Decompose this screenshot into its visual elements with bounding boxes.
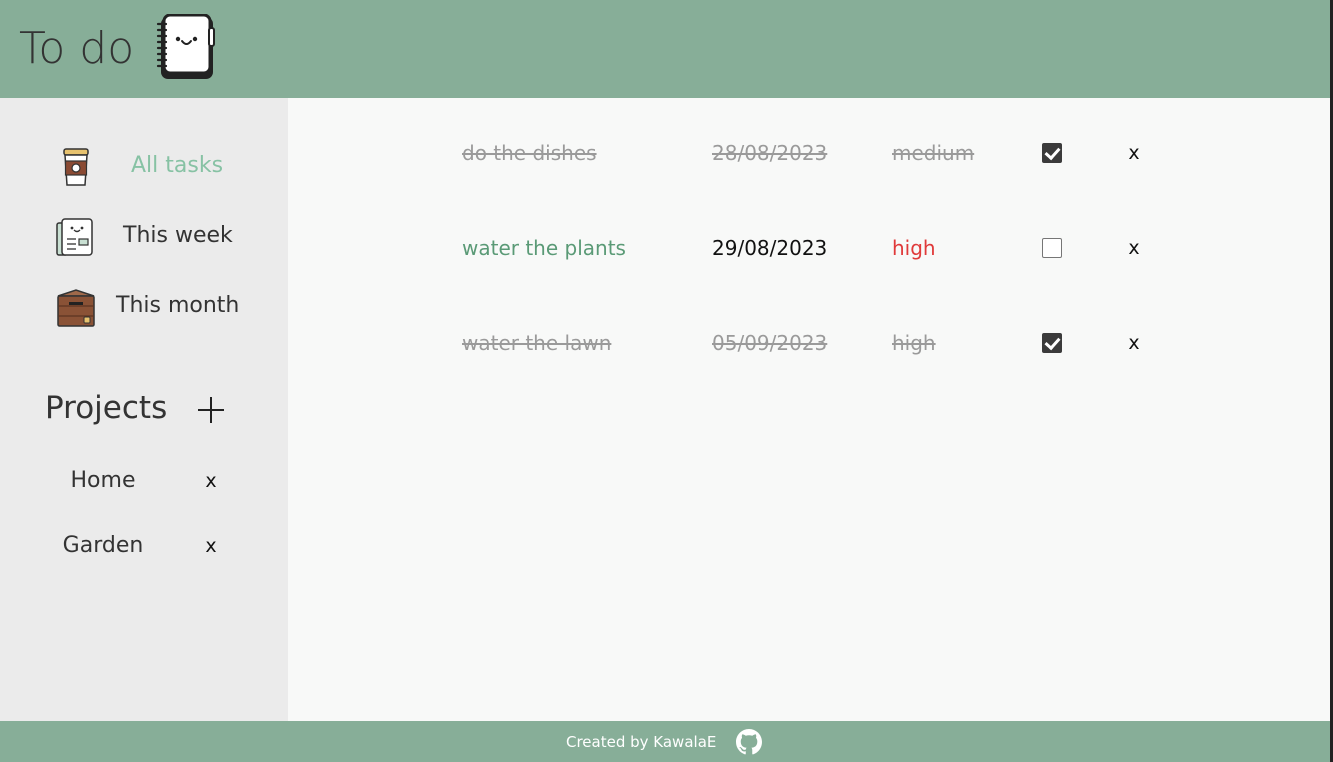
task-date: 28/08/2023: [712, 141, 828, 165]
footer-credit: Created by KawalaE: [566, 733, 717, 751]
delete-task-button[interactable]: x: [1124, 139, 1144, 167]
nav-label-all-tasks: All tasks: [131, 153, 224, 178]
task-row: do the dishes 28/08/2023 medium x: [288, 133, 1330, 173]
task-done-checkbox[interactable]: [1042, 238, 1062, 258]
task-list: do the dishes 28/08/2023 medium x water …: [288, 98, 1330, 721]
notebook-face-icon: [156, 14, 215, 79]
add-project-button[interactable]: [196, 395, 226, 425]
task-priority: high: [892, 331, 936, 355]
delete-project-home-button[interactable]: x: [200, 467, 222, 495]
task-row: water the lawn 05/09/2023 high x: [288, 323, 1330, 363]
wooden-crate-icon: [57, 289, 95, 327]
nav-label-this-week: This week: [123, 223, 233, 248]
nav-this-month[interactable]: This month: [0, 281, 288, 333]
task-name: water the plants: [462, 236, 626, 260]
delete-task-button[interactable]: x: [1124, 234, 1144, 262]
app-header: To do: [0, 0, 1330, 98]
task-date: 05/09/2023: [712, 331, 828, 355]
task-priority: medium: [892, 141, 975, 165]
delete-project-garden-button[interactable]: x: [200, 532, 222, 560]
nav-label-this-month: This month: [116, 293, 240, 318]
project-item-garden[interactable]: Garden: [50, 532, 156, 560]
sidebar: All tasks This week This month Projects: [0, 98, 288, 721]
app-title: To do: [19, 23, 135, 74]
task-name: water the lawn: [462, 331, 612, 355]
delete-task-button[interactable]: x: [1124, 329, 1144, 357]
task-done-checkbox[interactable]: [1042, 333, 1062, 353]
task-row: water the plants 29/08/2023 high x: [288, 228, 1330, 268]
nav-all-tasks[interactable]: All tasks: [0, 141, 288, 193]
newspaper-face-icon: [56, 218, 93, 256]
project-item-home[interactable]: Home: [50, 467, 156, 495]
github-icon[interactable]: [736, 729, 762, 755]
nav-this-week[interactable]: This week: [0, 211, 288, 263]
task-name: do the dishes: [462, 141, 597, 165]
coffee-cup-icon: [63, 148, 89, 186]
projects-title: Projects: [45, 390, 168, 426]
task-date: 29/08/2023: [712, 236, 828, 260]
task-priority: high: [892, 236, 936, 260]
task-done-checkbox[interactable]: [1042, 143, 1062, 163]
app-footer: Created by KawalaE: [0, 721, 1330, 762]
